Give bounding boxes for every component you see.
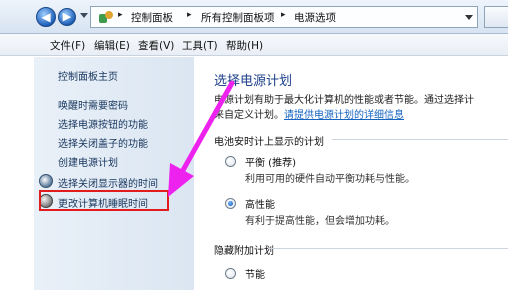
radio-high-performance[interactable] [225,198,236,209]
control-panel-icon [99,11,113,24]
divider [332,139,508,140]
breadcrumb-separator[interactable]: ▸ [187,10,192,20]
history-dropdown-icon[interactable] [80,13,88,18]
menu-bar: 文件(F) 编辑(E) 查看(V) 工具(T) 帮助(H) [0,34,508,56]
description-line: 来自定义计划。请提供电源计划的详细信息 [214,108,474,123]
breadcrumb-separator[interactable]: ▸ [281,10,286,20]
plan-name-high-performance[interactable]: 高性能 [245,196,275,211]
plan-desc-high-performance: 有利于提高性能，但会增加功耗。 [245,216,395,227]
section-heading-battery-plans: 电池安时计上显示的计划 [214,137,324,148]
description: 电源计划有助于最大化计算机的性能或者节能。通过选择计 来自定义计划。请提供电源计… [214,93,474,123]
window-edge [0,56,34,290]
sidebar: 控制面板主页 唤醒时需要密码 选择电源按钮的功能 选择关闭盖子的功能 创建电源计… [34,57,194,290]
breadcrumb-separator[interactable]: ▸ [118,10,123,20]
address-dropdown-icon[interactable] [465,15,473,20]
breadcrumb-power-options[interactable]: 电源选项 [294,10,336,25]
address-bar: ◀ ▶ ▸ 控制面板 ▸ 所有控制面板项 ▸ 电源选项 [0,0,508,34]
back-button[interactable]: ◀ [36,7,56,27]
menu-view[interactable]: 查看(V) [138,38,174,53]
breadcrumb-control-panel[interactable]: 控制面板 [131,10,173,25]
page-title: 选择电源计划 [214,74,293,89]
highlight-box [39,190,169,211]
plan-details-link[interactable]: 请提供电源计划的详细信息 [284,110,404,121]
plan-name-balanced[interactable]: 平衡 (推荐) [245,154,296,169]
sidebar-item-home[interactable]: 控制面板主页 [58,68,118,83]
sidebar-item-wake-password[interactable]: 唤醒时需要密码 [58,97,128,112]
menu-file[interactable]: 文件(F) [50,38,85,53]
breadcrumb[interactable]: ▸ 控制面板 ▸ 所有控制面板项 ▸ 电源选项 [90,6,478,28]
menu-help[interactable]: 帮助(H) [226,38,263,53]
breadcrumb-all-items[interactable]: 所有控制面板项 [201,10,275,25]
plan-desc-balanced: 利用可用的硬件自动平衡功耗与性能。 [245,174,415,185]
hidden-plans-toggle[interactable]: 隐藏附加计划 [214,242,274,257]
plan-name-power-saver[interactable]: 节能 [245,266,265,281]
menu-edit[interactable]: 编辑(E) [94,38,130,53]
back-arrow-icon: ◀ [41,10,51,24]
refresh-button[interactable] [484,6,508,28]
divider [268,248,508,249]
radio-balanced[interactable] [225,156,236,167]
sidebar-item-create-plan[interactable]: 创建电源计划 [58,154,118,169]
sidebar-item-power-button[interactable]: 选择电源按钮的功能 [58,116,148,131]
description-text: 来自定义计划。 [214,110,284,121]
forward-button[interactable]: ▶ [58,8,76,26]
sidebar-item-display-off[interactable]: 选择关闭显示器的时间 [58,175,158,190]
description-line: 电源计划有助于最大化计算机的性能或者节能。通过选择计 [214,95,474,106]
radio-power-saver[interactable] [225,268,236,279]
sidebar-item-lid[interactable]: 选择关闭盖子的功能 [58,135,148,150]
menu-tools[interactable]: 工具(T) [182,38,218,53]
forward-arrow-icon: ▶ [62,10,72,23]
main-content: 选择电源计划 电源计划有助于最大化计算机的性能或者节能。通过选择计 来自定义计划… [194,57,508,290]
display-icon [39,174,53,188]
